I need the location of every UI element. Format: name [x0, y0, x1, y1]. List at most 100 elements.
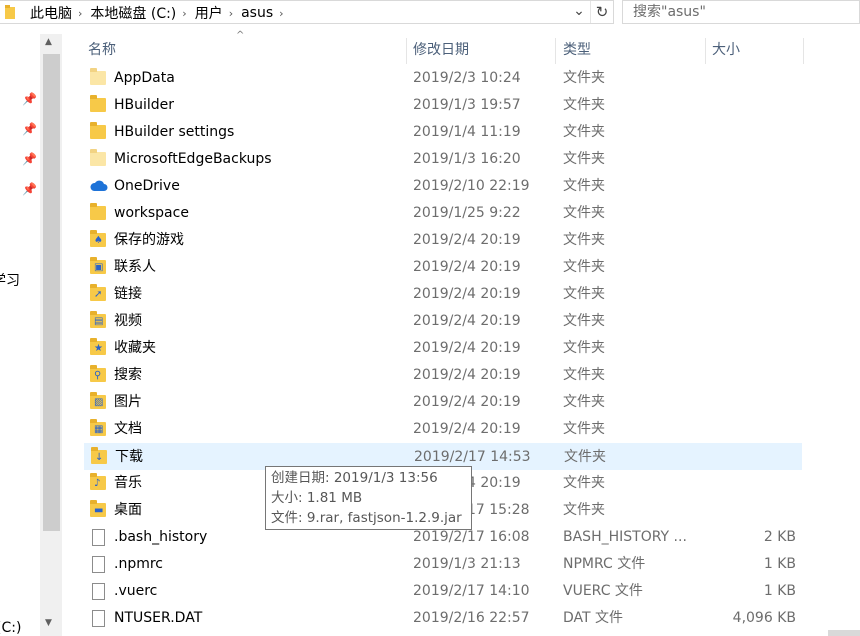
file-date: 2019/2/4 20:19 — [413, 232, 521, 248]
file-type: 文件夹 — [563, 70, 605, 86]
pin-icon[interactable]: 📌 — [22, 152, 37, 166]
file-type: 文件夹 — [563, 286, 605, 302]
file-name: 桌面 — [114, 502, 142, 518]
column-size[interactable]: 大小 — [712, 36, 740, 64]
file-name: 保存的游戏 — [114, 232, 184, 248]
file-name: HBuilder settings — [114, 124, 235, 140]
folder-pale-icon — [90, 149, 106, 166]
file-row[interactable]: HBuilder settings 2019/1/4 11:19 文件夹 — [84, 119, 802, 146]
file-name: .npmrc — [114, 556, 163, 572]
contacts-icon: ▣ — [90, 257, 106, 274]
file-date: 2019/2/17 14:10 — [413, 583, 530, 599]
file-type: 文件夹 — [563, 151, 605, 167]
column-divider[interactable] — [406, 38, 407, 64]
scroll-down-icon[interactable]: ▼ — [45, 618, 52, 628]
column-divider[interactable] — [705, 38, 706, 64]
folder-pale-icon — [90, 68, 106, 85]
file-type: 文件夹 — [563, 124, 605, 140]
sort-ascending-icon: ^ — [236, 30, 245, 41]
file-type: NPMRC 文件 — [563, 556, 646, 572]
file-row[interactable]: HBuilder 2019/1/3 19:57 文件夹 — [84, 92, 802, 119]
file-type: 文件夹 — [563, 97, 605, 113]
nav-item-study[interactable]: 学习 — [0, 270, 20, 290]
breadcrumb-users[interactable]: 用户 — [187, 3, 229, 23]
videos-icon: ▤ — [90, 311, 106, 328]
file-name: 链接 — [114, 286, 142, 302]
file-row[interactable]: ▨ 图片 2019/2/4 20:19 文件夹 — [84, 389, 802, 416]
file-row[interactable]: ♠ 保存的游戏 2019/2/4 20:19 文件夹 — [84, 227, 802, 254]
pin-icon[interactable]: 📌 — [22, 182, 37, 196]
file-name: 收藏夹 — [114, 340, 156, 356]
file-row[interactable]: AppData 2019/2/3 10:24 文件夹 — [84, 65, 802, 92]
pin-icon[interactable]: 📌 — [22, 122, 37, 136]
file-name: AppData — [114, 70, 175, 86]
history-dropdown-icon[interactable]: ⌄ — [570, 3, 588, 23]
column-divider[interactable] — [555, 38, 556, 64]
music-icon: ♪ — [90, 473, 106, 490]
tooltip-files: 文件: 9.rar, fastjson-1.2.9.jar — [271, 510, 462, 526]
column-header: ^ 名称 修改日期 类型 大小 — [84, 30, 804, 64]
breadcrumb-asus[interactable]: asus — [233, 5, 279, 21]
favorites-icon: ★ — [90, 338, 106, 355]
file-name: 文档 — [114, 421, 142, 437]
file-type: 文件夹 — [563, 313, 605, 329]
file-type: BASH_HISTORY ... — [563, 529, 687, 545]
file-size: 1 KB — [763, 556, 796, 572]
tooltip-size: 大小: 1.81 MB — [271, 490, 363, 506]
file-date: 2019/2/4 20:19 — [413, 421, 521, 437]
file-type: 文件夹 — [563, 367, 605, 383]
file-date: 2019/1/25 9:22 — [413, 205, 521, 221]
file-size: 4,096 KB — [732, 610, 796, 626]
nav-item-local-disk[interactable]: (C:) — [0, 620, 21, 636]
breadcrumb-local-disk[interactable]: 本地磁盘 (C:) — [82, 3, 182, 23]
folder-tooltip: 创建日期: 2019/1/3 13:56 大小: 1.81 MB 文件: 9.r… — [265, 466, 472, 530]
column-date[interactable]: 修改日期 — [413, 36, 469, 64]
file-row[interactable]: .npmrc 2019/1/3 21:13 NPMRC 文件 1 KB — [84, 551, 802, 578]
file-date: 2019/1/3 19:57 — [413, 97, 521, 113]
file-row[interactable]: ▤ 视频 2019/2/4 20:19 文件夹 — [84, 308, 802, 335]
file-type: 文件夹 — [563, 259, 605, 275]
search-input[interactable]: 搜索"asus" — [622, 0, 860, 24]
breadcrumb: 此电脑 › 本地磁盘 (C:) › 用户 › asus › — [22, 1, 284, 25]
saved-games-icon: ♠ — [90, 230, 106, 247]
pin-icon[interactable]: 📌 — [22, 92, 37, 106]
file-name: .vuerc — [114, 583, 158, 599]
file-row[interactable]: ⚲ 搜索 2019/2/4 20:19 文件夹 — [84, 362, 802, 389]
file-date: 2019/2/4 20:19 — [413, 259, 521, 275]
column-divider[interactable] — [803, 38, 804, 64]
file-row[interactable]: OneDrive 2019/2/10 22:19 文件夹 — [84, 173, 802, 200]
pictures-icon: ▨ — [90, 392, 106, 409]
file-row[interactable]: MicrosoftEdgeBackups 2019/1/3 16:20 文件夹 — [84, 146, 802, 173]
scroll-up-icon[interactable]: ▲ — [45, 37, 52, 47]
file-name: workspace — [114, 205, 189, 221]
file-icon — [92, 529, 105, 546]
file-type: 文件夹 — [564, 449, 606, 465]
column-type[interactable]: 类型 — [563, 36, 591, 64]
file-row[interactable]: ★ 收藏夹 2019/2/4 20:19 文件夹 — [84, 335, 802, 362]
file-date: 2019/2/4 20:19 — [413, 367, 521, 383]
file-date: 2019/2/4 20:19 — [413, 313, 521, 329]
file-date: 2019/2/4 20:19 — [413, 394, 521, 410]
file-type: 文件夹 — [563, 178, 605, 194]
file-name: OneDrive — [114, 178, 180, 194]
file-row[interactable]: ▣ 联系人 2019/2/4 20:19 文件夹 — [84, 254, 802, 281]
file-name: 搜索 — [114, 367, 142, 383]
folder-icon — [90, 203, 106, 220]
scrollbar-thumb[interactable] — [43, 54, 60, 531]
file-date: 2019/2/16 22:57 — [413, 610, 530, 626]
onedrive-icon — [90, 179, 108, 193]
file-icon — [92, 556, 105, 573]
file-row[interactable]: .vuerc 2019/2/17 14:10 VUERC 文件 1 KB — [84, 578, 802, 605]
nav-pane-scrollbar[interactable]: ▲ ▼ — [40, 34, 62, 636]
breadcrumb-separator-icon[interactable]: › — [279, 7, 283, 20]
downloads-icon: ↓ — [91, 447, 107, 464]
file-row[interactable]: workspace 2019/1/25 9:22 文件夹 — [84, 200, 802, 227]
file-row[interactable]: ➚ 链接 2019/2/4 20:19 文件夹 — [84, 281, 802, 308]
column-name[interactable]: 名称 — [88, 36, 116, 64]
file-size: 1 KB — [763, 583, 796, 599]
breadcrumb-this-pc[interactable]: 此电脑 — [22, 3, 78, 23]
refresh-icon[interactable]: ↻ — [590, 1, 613, 23]
address-bar[interactable]: 此电脑 › 本地磁盘 (C:) › 用户 › asus › ⌄ ↻ — [0, 0, 614, 24]
file-row[interactable]: ▦ 文档 2019/2/4 20:19 文件夹 — [84, 416, 802, 443]
file-row[interactable]: NTUSER.DAT 2019/2/16 22:57 DAT 文件 4,096 KB — [84, 605, 802, 632]
